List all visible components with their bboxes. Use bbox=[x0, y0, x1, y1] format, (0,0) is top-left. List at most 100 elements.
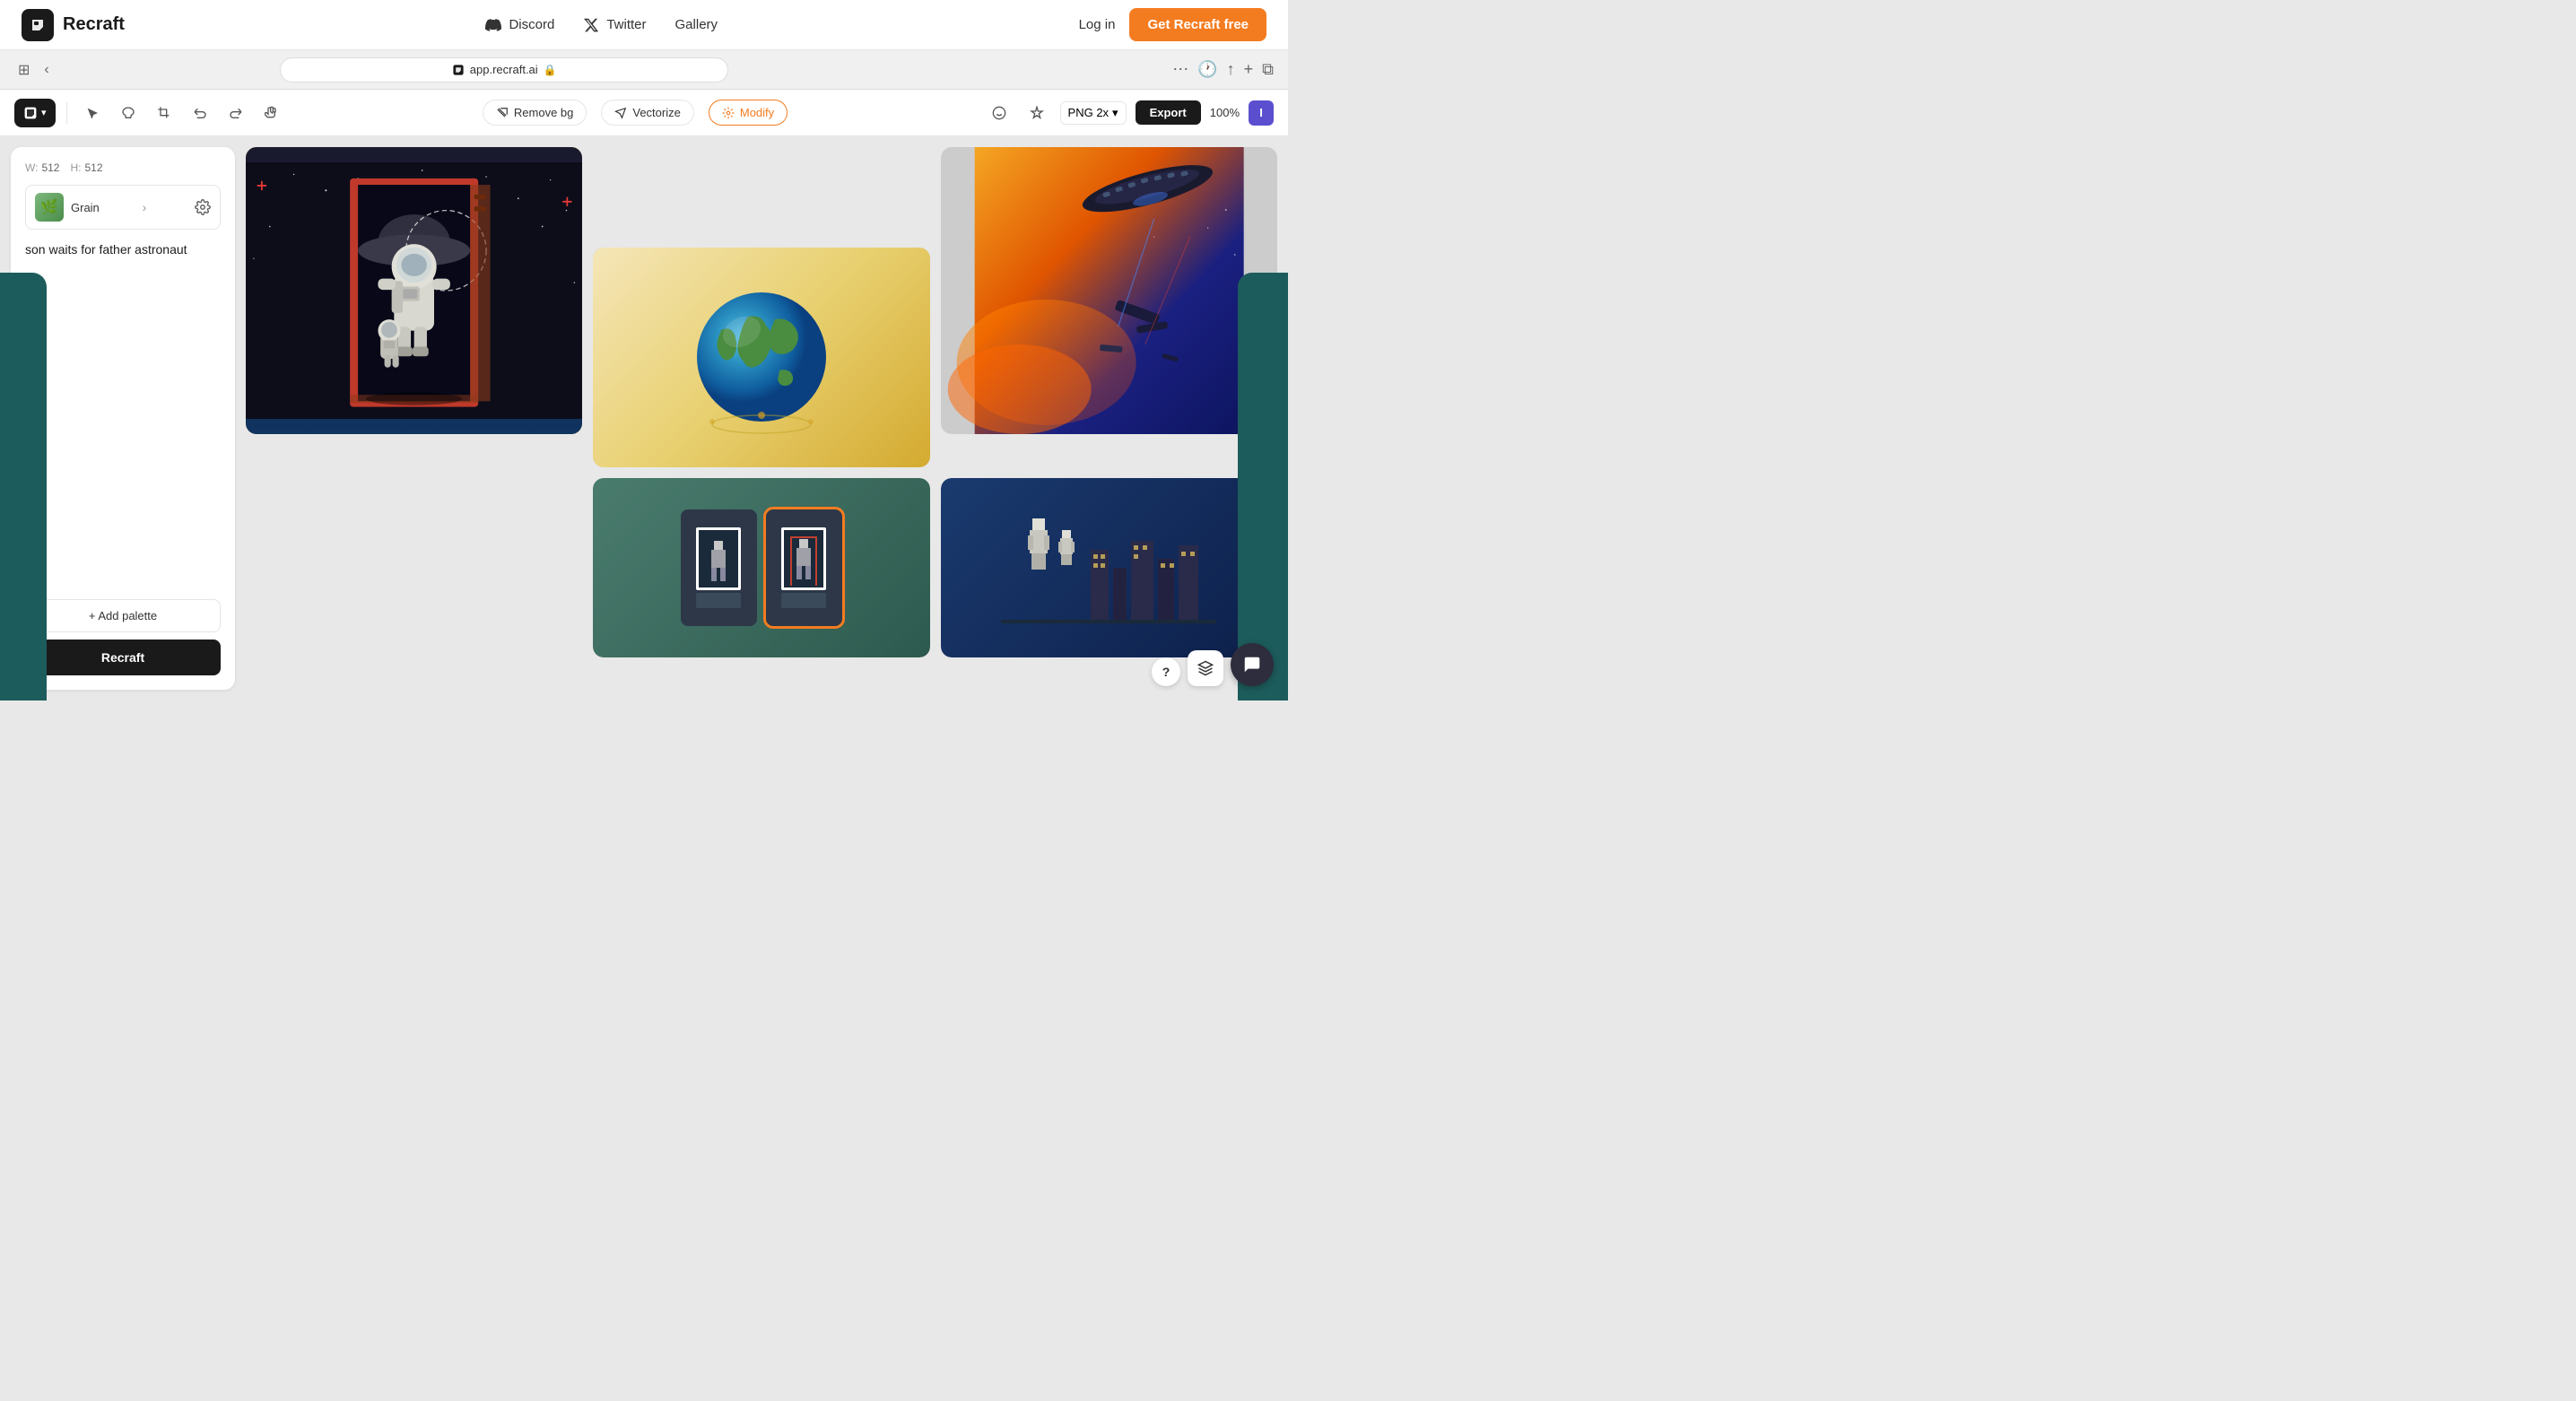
toolbar-separator-1 bbox=[66, 102, 67, 124]
png-format-select[interactable]: PNG 2x ▾ bbox=[1060, 101, 1127, 125]
crop-tool-icon bbox=[157, 106, 171, 120]
vectorize-icon bbox=[614, 107, 627, 119]
astronaut-svg bbox=[246, 147, 582, 434]
modify-icon bbox=[722, 107, 735, 119]
height-label: H: bbox=[70, 161, 81, 174]
magic-button[interactable] bbox=[1023, 99, 1051, 127]
pixel-art-2-svg bbox=[1001, 496, 1216, 640]
twitter-label: Twitter bbox=[606, 17, 646, 32]
add-palette-button[interactable]: + Add palette bbox=[25, 599, 221, 632]
layers-icon bbox=[1197, 660, 1214, 676]
modify-button[interactable]: Modify bbox=[709, 100, 788, 126]
browser-right: ⋯ 🕐 ↑ + ⧉ bbox=[1172, 60, 1274, 79]
nav-actions: Log in Get Recraft free bbox=[1079, 8, 1266, 41]
toolbar-right: PNG 2x ▾ Export 100% I bbox=[985, 99, 1274, 127]
discord-label: Discord bbox=[509, 17, 554, 32]
recraft-button[interactable]: Recraft bbox=[25, 640, 221, 675]
space-battle-svg bbox=[941, 147, 1277, 434]
zoom-level: 100% bbox=[1210, 106, 1240, 119]
width-value: 512 bbox=[41, 161, 59, 174]
right-accent-panel bbox=[1238, 273, 1288, 700]
url-bar[interactable]: app.recraft.ai 🔒 bbox=[280, 57, 728, 83]
main-content: W: 512 H: 512 🌿 Grain › son waits for fa… bbox=[0, 136, 1288, 700]
gallery-link[interactable]: Gallery bbox=[675, 17, 718, 32]
style-name: Grain bbox=[71, 201, 100, 214]
export-button[interactable]: Export bbox=[1136, 100, 1201, 125]
vectorize-label: Vectorize bbox=[632, 106, 680, 119]
style-selector[interactable]: 🌿 Grain › bbox=[25, 185, 221, 230]
twitter-link[interactable]: Twitter bbox=[583, 17, 646, 33]
remove-bg-button[interactable]: Remove bg bbox=[483, 100, 587, 126]
help-icon: ? bbox=[1162, 665, 1171, 679]
crop-tool-button[interactable] bbox=[150, 99, 178, 127]
style-settings-icon[interactable] bbox=[195, 199, 211, 215]
pixel-char-2-svg bbox=[777, 523, 831, 613]
hand-tool-button[interactable] bbox=[257, 99, 286, 127]
select-tool-button[interactable] bbox=[78, 99, 107, 127]
prompt-text: son waits for father astronaut bbox=[25, 240, 221, 588]
layers-button[interactable] bbox=[1188, 650, 1223, 686]
astronaut-card[interactable] bbox=[246, 147, 582, 434]
png-chevron: ▾ bbox=[1112, 106, 1118, 120]
pixel-char-1-svg bbox=[692, 523, 745, 613]
emoji-button[interactable] bbox=[985, 99, 1014, 127]
user-avatar[interactable]: I bbox=[1249, 100, 1274, 126]
png-label: PNG 2x bbox=[1068, 106, 1110, 119]
browser-controls: ⊞ ‹ bbox=[14, 57, 53, 83]
palette-section: + Add palette Recraft bbox=[25, 599, 221, 675]
magic-icon bbox=[1030, 106, 1044, 120]
twitter-icon bbox=[583, 17, 599, 33]
select-tool-icon bbox=[85, 106, 100, 120]
gallery-label: Gallery bbox=[675, 17, 718, 32]
image-grid bbox=[235, 136, 1288, 700]
pixel-thumb-1[interactable] bbox=[681, 509, 757, 626]
width-field: W: 512 bbox=[25, 161, 59, 174]
browser-new-tab-button[interactable]: + bbox=[1244, 60, 1254, 79]
width-label: W: bbox=[25, 161, 38, 174]
pixel-art-2-card[interactable] bbox=[941, 478, 1277, 657]
browser-more-button[interactable]: ⋯ bbox=[1172, 60, 1188, 79]
undo-icon bbox=[193, 106, 207, 120]
redo-icon bbox=[229, 106, 243, 120]
lasso-tool-button[interactable] bbox=[114, 99, 143, 127]
redo-button[interactable] bbox=[222, 99, 250, 127]
logo[interactable]: Recraft bbox=[22, 9, 125, 41]
left-accent-panel bbox=[0, 273, 47, 700]
astronaut-image bbox=[246, 147, 582, 434]
undo-button[interactable] bbox=[186, 99, 214, 127]
browser-share-button[interactable]: ↑ bbox=[1227, 60, 1235, 79]
lasso-tool-icon bbox=[121, 106, 135, 120]
style-left: 🌿 Grain bbox=[35, 193, 100, 222]
recraft-favicon bbox=[452, 64, 465, 76]
login-button[interactable]: Log in bbox=[1079, 17, 1116, 32]
browser-history-button[interactable]: 🕐 bbox=[1197, 60, 1217, 79]
earth-svg bbox=[681, 276, 842, 438]
logo-text: Recraft bbox=[63, 14, 125, 35]
space-battle-card[interactable] bbox=[941, 147, 1277, 434]
style-expand-icon: › bbox=[143, 200, 147, 214]
modify-label: Modify bbox=[740, 106, 774, 119]
pixel-thumb-2[interactable] bbox=[766, 509, 842, 626]
editor-toolbar: ▾ Remove bg bbox=[0, 90, 1288, 136]
vectorize-button[interactable]: Vectorize bbox=[601, 100, 693, 126]
emoji-icon bbox=[992, 106, 1006, 120]
pixel-art-card[interactable] bbox=[593, 478, 929, 657]
get-free-button[interactable]: Get Recraft free bbox=[1129, 8, 1266, 41]
chat-button[interactable] bbox=[1231, 643, 1274, 686]
style-thumbnail: 🌿 bbox=[35, 193, 64, 222]
discord-icon bbox=[485, 17, 501, 33]
recraft-tool-icon bbox=[23, 106, 38, 120]
toolbar-center: Remove bg Vectorize Modify bbox=[293, 100, 978, 126]
chat-icon bbox=[1242, 655, 1262, 674]
top-navigation: Recraft Discord Twitter Gallery Log in G… bbox=[0, 0, 1288, 50]
tab-layout-button[interactable]: ⊞ bbox=[14, 57, 33, 83]
height-field: H: 512 bbox=[70, 161, 102, 174]
browser-tabs-button[interactable]: ⧉ bbox=[1262, 60, 1274, 79]
recraft-tool-button[interactable]: ▾ bbox=[14, 99, 56, 127]
browser-back-button[interactable]: ‹ bbox=[40, 58, 52, 82]
discord-link[interactable]: Discord bbox=[485, 17, 554, 33]
earth-card[interactable] bbox=[593, 248, 929, 467]
help-button[interactable]: ? bbox=[1152, 657, 1180, 686]
dimensions-row: W: 512 H: 512 bbox=[25, 161, 221, 174]
url-text: app.recraft.ai bbox=[470, 63, 538, 76]
